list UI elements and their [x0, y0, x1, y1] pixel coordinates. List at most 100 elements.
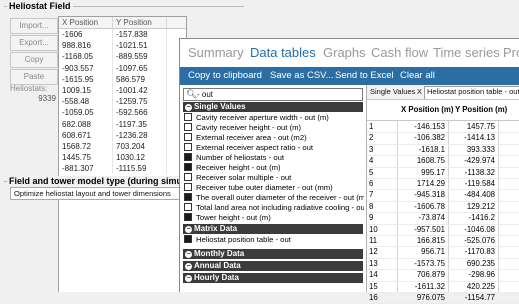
x-position-cell[interactable]: -1573.75 [401, 258, 445, 269]
table-row[interactable]: 16 976.075 -1154.77 [367, 292, 519, 304]
table-row[interactable]: -558.48 -1259.75 [59, 96, 186, 108]
table-row[interactable]: -903.557 -1097.65 [59, 62, 186, 74]
y-position-cell[interactable]: -1416.2 [449, 212, 495, 223]
y-position-cell[interactable]: -484.408 [449, 189, 495, 200]
x-position-cell[interactable]: -945.318 [401, 189, 445, 200]
table-row[interactable]: -881.307 -1115.59 [59, 163, 186, 175]
copy-button[interactable]: Copy [10, 52, 58, 68]
x-position-cell[interactable]: 608.671 [59, 129, 113, 141]
y-position-cell[interactable]: -298.96 [449, 269, 495, 280]
clear-all-button[interactable]: Clear all [400, 70, 435, 81]
variable-item[interactable]: Receiver solar multiple - out [183, 173, 364, 183]
x-position-cell[interactable]: 1608.75 [401, 155, 445, 166]
y-position-cell[interactable]: -1259.75 [113, 96, 167, 108]
y-position-cell[interactable]: -1138.32 [449, 167, 495, 178]
y-position-cell[interactable]: -1097.65 [113, 62, 167, 74]
tab-graphs[interactable]: Graphs [323, 45, 366, 60]
variable-item[interactable]: Receiver tube outer diameter - out (mm) [183, 183, 364, 193]
x-position-cell[interactable]: -73.874 [401, 212, 445, 223]
variable-item[interactable]: Number of heliostats - out [183, 153, 364, 163]
checkbox[interactable] [184, 173, 192, 181]
x-position-cell[interactable]: -146.153 [401, 121, 445, 132]
table-row[interactable]: -1606 -157.838 [59, 29, 186, 41]
x-position-cell[interactable]: -1606.78 [401, 201, 445, 212]
table-row[interactable]: 608.671 -1236.28 [59, 129, 186, 141]
checkbox[interactable] [184, 143, 192, 151]
paste-button[interactable]: Paste [10, 69, 58, 85]
y-position-cell[interactable]: -1170.83 [449, 246, 495, 257]
x-position-cell[interactable]: 1009.15 [59, 84, 113, 97]
section-single-values[interactable]: − Single Values [183, 102, 363, 112]
section-matrix-data[interactable]: − Matrix Data [183, 224, 363, 234]
copy-to-clipboard-button[interactable]: Copy to clipboard [188, 70, 262, 81]
x-position-cell[interactable]: -1611.32 [401, 281, 445, 292]
tab-time-series[interactable]: Time series [433, 45, 500, 60]
tab-single-values[interactable]: Single Values [370, 87, 415, 96]
checkbox[interactable] [184, 113, 192, 121]
variable-item[interactable]: The overall outer diameter of the receiv… [183, 193, 364, 203]
table-row[interactable]: -1059.05 -592.566 [59, 107, 186, 119]
y-position-cell[interactable]: -1001.42 [113, 84, 167, 97]
model-type-dropdown[interactable]: Optimize heliostat layout and tower dime… [10, 187, 181, 200]
y-position-cell[interactable]: 129.212 [449, 201, 495, 212]
y-position-cell[interactable]: 1030.12 [113, 152, 167, 164]
x-position-cell[interactable]: 1568.72 [59, 140, 113, 153]
x-position-cell[interactable]: 166.815 [401, 235, 445, 246]
section-monthly-data[interactable]: − Monthly Data [183, 249, 363, 259]
variable-item[interactable]: Cavity receiver aperture width - out (m) [183, 113, 364, 123]
variable-item[interactable]: External receiver area - out (m2) [183, 133, 364, 143]
x-position-cell[interactable]: 995.17 [401, 167, 445, 178]
tab-profiles[interactable]: Pro [503, 45, 519, 60]
x-position-cell[interactable]: -1168.05 [59, 51, 113, 63]
table-row[interactable]: 1568.72 703.204 [59, 140, 186, 153]
x-position-cell[interactable]: 956.71 [401, 246, 445, 257]
y-position-cell[interactable]: -119.584 [449, 178, 495, 189]
close-tab-icon[interactable]: X [417, 87, 422, 96]
y-position-cell[interactable]: 393.333 [449, 144, 495, 155]
variable-item[interactable]: Receiver height - out (m) [183, 163, 364, 173]
column-header-y-position[interactable]: Y Position (m) [455, 105, 507, 114]
x-position-cell[interactable]: 706.879 [401, 269, 445, 280]
y-position-cell[interactable]: 586.579 [113, 73, 167, 85]
tab-summary[interactable]: Summary [188, 45, 244, 60]
checkbox[interactable] [184, 193, 192, 201]
y-position-cell[interactable]: -1115.59 [113, 163, 167, 175]
y-position-cell[interactable]: -1046.08 [449, 224, 495, 235]
y-position-cell[interactable]: -429.974 [449, 155, 495, 166]
column-header-y[interactable]: Y Position [113, 17, 167, 28]
y-position-cell[interactable]: -157.838 [113, 29, 167, 41]
x-position-cell[interactable]: -1606 [59, 29, 113, 41]
checkbox[interactable] [184, 213, 192, 221]
checkbox[interactable] [184, 203, 192, 211]
x-position-cell[interactable]: -881.307 [59, 163, 113, 175]
heliostat-table[interactable]: X Position Y Position -1606 -157.838 988.8… [58, 16, 187, 292]
checkbox[interactable] [184, 123, 192, 131]
variable-item[interactable]: Tower height - out (m) [183, 213, 364, 223]
table-row[interactable]: 682.088 -1197.35 [59, 118, 186, 130]
import-button[interactable]: Import... [10, 18, 58, 34]
y-position-cell[interactable]: -592.566 [113, 107, 167, 119]
x-position-cell[interactable]: -1059.05 [59, 107, 113, 119]
x-position-cell[interactable]: 988.816 [59, 40, 113, 52]
table-row[interactable]: 1009.15 -1001.42 [59, 84, 186, 97]
column-header-x-position[interactable]: X Position (m) [401, 105, 453, 114]
y-position-cell[interactable]: -1236.28 [113, 129, 167, 141]
y-position-cell[interactable]: -1197.35 [113, 118, 167, 130]
section-annual-data[interactable]: − Annual Data [183, 261, 363, 271]
x-position-cell[interactable]: -558.48 [59, 96, 113, 108]
y-position-cell[interactable]: -1414.13 [449, 132, 495, 143]
y-position-cell[interactable]: 690.235 [449, 258, 495, 269]
table-row[interactable]: 1445.75 1030.12 [59, 152, 186, 164]
x-position-cell[interactable]: -106.382 [401, 132, 445, 143]
export-button[interactable]: Export... [10, 35, 58, 51]
send-to-excel-button[interactable]: Send to Excel [335, 70, 394, 81]
table-row[interactable]: -1168.05 -889.559 [59, 51, 186, 63]
variable-item[interactable]: External receiver aspect ratio - out [183, 143, 364, 153]
checkbox[interactable] [184, 133, 192, 141]
y-position-cell[interactable]: -1154.77 [449, 292, 495, 303]
variable-item[interactable]: Cavity receiver height - out (m) [183, 123, 364, 133]
tab-cash-flow[interactable]: Cash flow [371, 45, 428, 60]
x-position-cell[interactable]: -957.501 [401, 224, 445, 235]
x-position-cell[interactable]: 1445.75 [59, 152, 113, 164]
y-position-cell[interactable]: 703.204 [113, 140, 167, 153]
